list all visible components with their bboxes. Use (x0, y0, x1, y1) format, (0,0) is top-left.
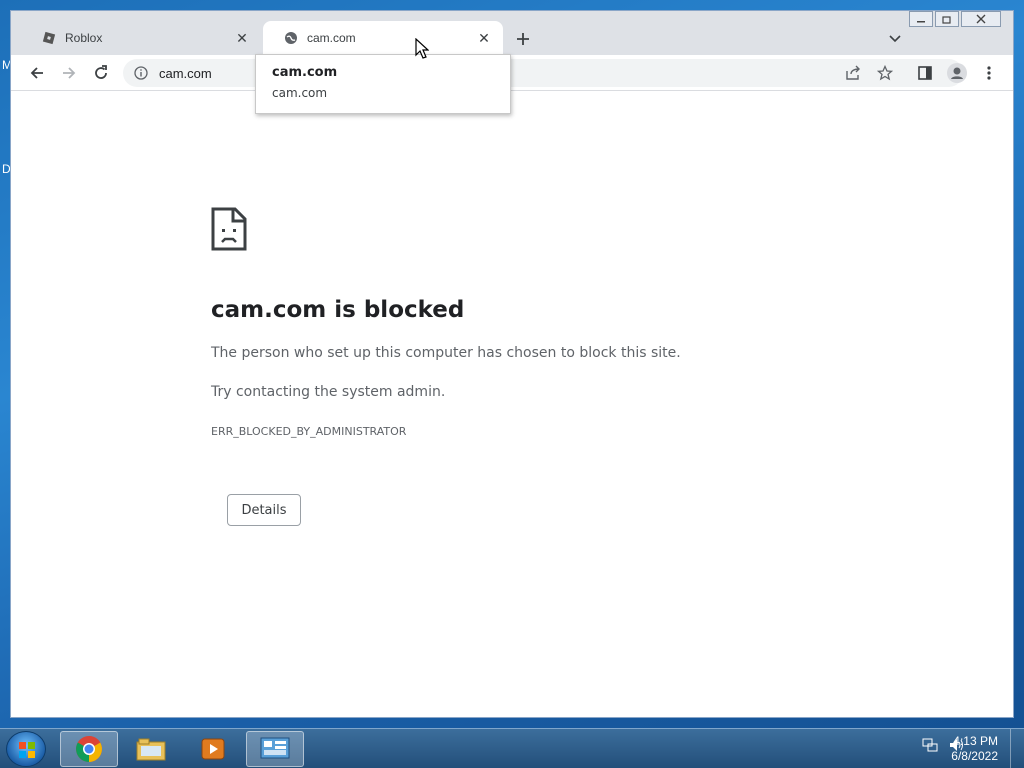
tab-cam[interactable]: cam.com ✕ (263, 21, 503, 55)
taskbar-file-explorer[interactable] (122, 731, 180, 767)
windows-logo-icon (19, 742, 35, 758)
profile-avatar-icon (947, 63, 967, 83)
browser-toolbar: cam.com (11, 55, 1013, 91)
chrome-icon (76, 736, 102, 762)
tab-strip: Roblox ✕ cam.com ✕ (11, 11, 1013, 55)
forward-arrow-icon (63, 67, 76, 79)
back-button[interactable] (25, 61, 49, 85)
start-button[interactable] (6, 731, 46, 767)
details-button[interactable]: Details (227, 494, 301, 526)
control-panel-icon (260, 737, 290, 759)
tab-hover-card: cam.com cam.com (255, 54, 511, 114)
close-tab-icon[interactable]: ✕ (475, 29, 493, 47)
info-icon[interactable] (133, 65, 149, 81)
taskbar-control-panel[interactable] (246, 731, 304, 767)
address-text: cam.com (159, 65, 212, 81)
plus-icon (517, 33, 529, 45)
reload-button[interactable] (89, 61, 113, 85)
tab-title: cam.com (307, 31, 356, 45)
taskbar-clock[interactable]: 4:13 PM 6/8/2022 (951, 734, 998, 764)
error-suggestion: Try contacting the system admin. (211, 384, 446, 400)
clock-date: 6/8/2022 (951, 749, 998, 763)
tab-search-button[interactable] (885, 29, 905, 49)
tab-roblox[interactable]: Roblox ✕ (21, 21, 261, 55)
side-panel-button[interactable] (913, 61, 937, 85)
new-tab-button[interactable] (511, 27, 535, 51)
error-message: The person who set up this computer has … (211, 345, 681, 361)
menu-button[interactable] (977, 61, 1001, 85)
error-code: ERR_BLOCKED_BY_ADMINISTRATOR (211, 425, 407, 438)
close-tab-icon[interactable]: ✕ (233, 29, 251, 47)
forward-button[interactable] (57, 61, 81, 85)
reload-icon (95, 65, 107, 79)
taskbar-media-player[interactable] (184, 731, 242, 767)
browser-window: Roblox ✕ cam.com ✕ cam.com cam.com cam.c… (10, 10, 1014, 718)
blocked-page-icon (211, 207, 247, 256)
kebab-menu-icon (987, 66, 991, 80)
network-icon[interactable] (922, 737, 938, 753)
hover-card-title: cam.com (272, 65, 338, 80)
clock-time: 4:13 PM (953, 734, 998, 748)
back-arrow-icon (30, 67, 43, 79)
globe-icon (283, 30, 299, 46)
page-content: cam.com is blocked The person who set up… (11, 91, 1013, 717)
share-button[interactable] (841, 61, 865, 85)
mouse-cursor-icon (415, 37, 430, 65)
show-desktop-button[interactable] (1010, 729, 1024, 768)
taskbar-chrome[interactable] (60, 731, 118, 767)
file-explorer-icon (136, 738, 166, 761)
error-heading: cam.com is blocked (211, 297, 465, 323)
profile-button[interactable] (945, 61, 969, 85)
tab-title: Roblox (65, 31, 103, 45)
bookmark-button[interactable] (873, 61, 897, 85)
taskbar: 4:13 PM 6/8/2022 (0, 728, 1024, 768)
chevron-down-icon (889, 35, 901, 43)
media-player-icon (201, 738, 225, 760)
address-bar[interactable]: cam.com (123, 59, 963, 87)
roblox-icon (41, 30, 57, 46)
side-panel-icon (918, 66, 932, 80)
share-icon (846, 65, 860, 80)
hover-card-domain: cam.com (272, 86, 328, 100)
star-icon (877, 65, 893, 81)
